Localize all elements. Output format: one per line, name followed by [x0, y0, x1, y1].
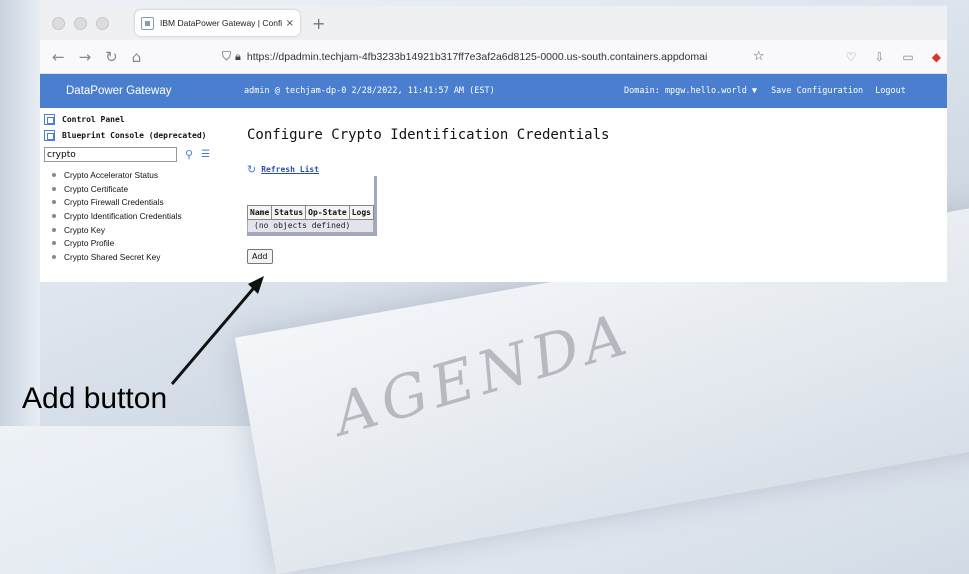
callout-arrow	[170, 276, 264, 385]
arrow-shaft	[170, 282, 260, 385]
callout-label: Add button	[22, 382, 168, 415]
